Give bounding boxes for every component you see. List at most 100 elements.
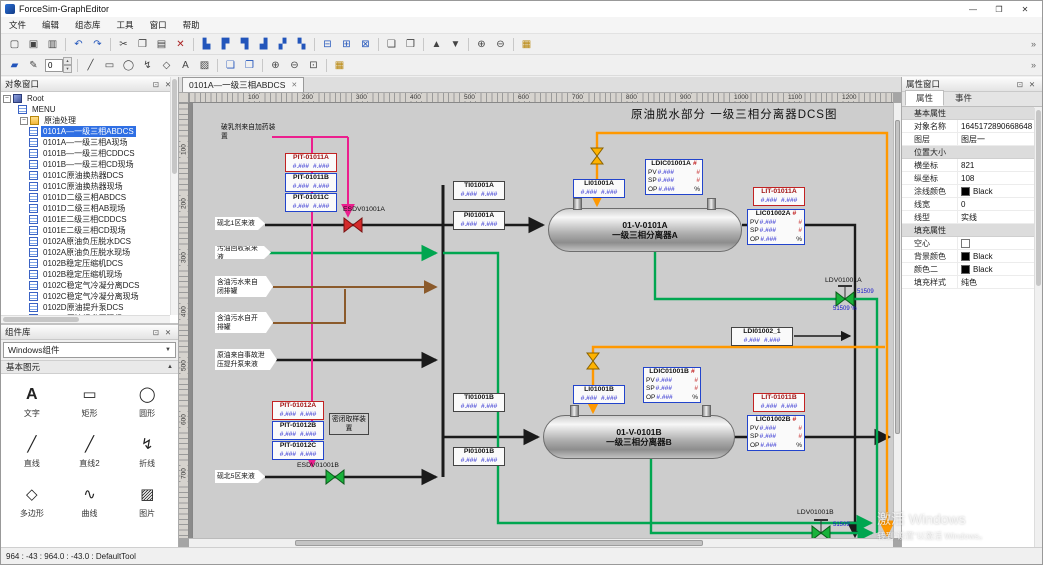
valve-label-ldv01001a[interactable]: LDV01001A xyxy=(825,277,862,284)
component-8[interactable]: ▨图片 xyxy=(118,477,176,527)
property-value[interactable]: Black xyxy=(958,263,1034,275)
property-row[interactable]: 对象名称1645172890668648 xyxy=(902,120,1034,133)
canvas-vertical-scrollbar[interactable] xyxy=(893,103,901,538)
properties-scrollbar[interactable] xyxy=(1034,108,1042,547)
same-height-icon[interactable]: ⊞ xyxy=(338,36,355,53)
tree-item-14[interactable]: 0102B稳定压缩机DCS xyxy=(1,258,178,269)
flow-label-4[interactable]: 原油来自事故泄压提升泵来液 xyxy=(215,349,277,370)
component-section-header[interactable]: 基本图元 ▲ xyxy=(1,360,178,374)
line-width-input[interactable] xyxy=(45,59,63,72)
canvas-horizontal-scrollbar[interactable] xyxy=(189,538,893,547)
align-right-icon[interactable]: ▜ xyxy=(236,36,253,53)
line-color-icon[interactable]: ✎ xyxy=(25,57,42,74)
zoom-out-2-icon[interactable]: ⊖ xyxy=(286,57,303,74)
component-0[interactable]: A文字 xyxy=(3,377,61,427)
zoom-fit-icon[interactable]: ⊡ xyxy=(305,57,322,74)
valve-label-esdv01001b[interactable]: ESDV01001B xyxy=(297,462,339,469)
component-7[interactable]: ∿曲线 xyxy=(61,477,119,527)
center-horizontal-icon[interactable]: ▞ xyxy=(274,36,291,53)
text-tool-icon[interactable]: A xyxy=(177,57,194,74)
component-4[interactable]: ╱直线2 xyxy=(61,427,119,477)
pin-icon[interactable]: ⊡ xyxy=(150,80,162,89)
property-row[interactable]: 空心 xyxy=(902,237,1034,250)
page-icon[interactable]: ❏ xyxy=(222,57,239,74)
instrument-tag-ldi01002_1[interactable]: LDI01002_1#.####.### xyxy=(731,327,793,346)
tree-item-9[interactable]: 0101D二级三相AB现场 xyxy=(1,203,178,214)
polygon-tool-icon[interactable]: ◇ xyxy=(158,57,175,74)
zoom-in-icon[interactable]: ⊕ xyxy=(473,36,490,53)
property-value[interactable]: 纯色 xyxy=(958,276,1034,288)
instrument-tag-pit-01012b[interactable]: PIT-01012B#.####.### xyxy=(272,421,324,440)
psv-a-icon[interactable] xyxy=(591,148,603,164)
note-1[interactable]: 密闭取样装置 xyxy=(329,413,369,435)
tree-item-7[interactable]: 0101C原油换热器现场 xyxy=(1,181,178,192)
tree-item-4[interactable]: 0101B—一级三相CDDCS xyxy=(1,148,178,159)
title-bar[interactable]: ForceSim-GraphEditor — ❐ ✕ xyxy=(1,1,1042,17)
tab-events[interactable]: 事件 xyxy=(944,90,983,106)
center-vertical-icon[interactable]: ▚ xyxy=(293,36,310,53)
tree-item-11[interactable]: 0101E二级三相CD现场 xyxy=(1,225,178,236)
polyline-tool-icon[interactable]: ↯ xyxy=(139,57,156,74)
property-row[interactable]: 横坐标821 xyxy=(902,159,1034,172)
align-top-icon[interactable]: ▛ xyxy=(217,36,234,53)
esdv01001b-valve[interactable] xyxy=(326,470,344,484)
maximize-icon[interactable]: ❐ xyxy=(986,1,1012,17)
copy-icon[interactable]: ❐ xyxy=(134,36,151,53)
esdv01001a-valve[interactable] xyxy=(344,218,362,232)
overflow-icon[interactable]: » xyxy=(1031,60,1038,70)
component-2[interactable]: ◯圆形 xyxy=(118,377,176,427)
instrument-tag-lic01002a[interactable]: LIC01002A#PV#.####SP#.####OP#.###% xyxy=(747,209,805,245)
instrument-tag-li01001a[interactable]: LI01001A#.####.### xyxy=(573,179,625,198)
property-row[interactable]: 颜色二Black xyxy=(902,263,1034,276)
close-icon[interactable]: ✕ xyxy=(1012,1,1038,17)
instrument-tag-ti01001a[interactable]: TI01001A#.####.### xyxy=(453,181,505,200)
instrument-tag-pit-01011b[interactable]: PIT-01011B#.####.### xyxy=(285,173,337,192)
cut-icon[interactable]: ✂ xyxy=(115,36,132,53)
grid-2-icon[interactable]: ▦ xyxy=(331,57,348,74)
same-width-icon[interactable]: ⊟ xyxy=(319,36,336,53)
same-size-icon[interactable]: ⊠ xyxy=(357,36,374,53)
save-icon[interactable]: ▥ xyxy=(44,36,61,53)
line-width-spinner[interactable]: ▴▾ xyxy=(45,57,72,73)
image-tool-icon[interactable]: ▨ xyxy=(196,57,213,74)
property-value[interactable]: 图层一 xyxy=(958,133,1034,145)
property-value[interactable]: Black xyxy=(958,250,1034,262)
ungroup-icon[interactable]: ❒ xyxy=(402,36,419,53)
property-value[interactable]: 108 xyxy=(958,172,1034,184)
valve-label-esdv01001a[interactable]: ESDV01001A xyxy=(343,206,385,213)
tree-item-5[interactable]: 0101B—一级三相CD现场 xyxy=(1,159,178,170)
instrument-tag-ldic01001a[interactable]: LDIC01001A#PV#.####SP#.####OP#.###% xyxy=(645,159,703,195)
tab-close-icon[interactable]: ✕ xyxy=(291,81,297,89)
menu-item-2[interactable]: 组态库 xyxy=(67,17,109,33)
h-scroll-thumb[interactable] xyxy=(295,540,703,546)
menu-item-5[interactable]: 帮助 xyxy=(175,17,208,33)
property-value[interactable]: Black xyxy=(958,185,1034,197)
property-row[interactable]: 背景颜色Black xyxy=(902,250,1034,263)
tree-item-16[interactable]: 0102C稳定气冷凝分离DCS xyxy=(1,280,178,291)
tree-item-12[interactable]: 0102A原油负压脱水DCS xyxy=(1,236,178,247)
tree-item-8[interactable]: 0101D二级三相ABDCS xyxy=(1,192,178,203)
pipe-relief-b[interactable] xyxy=(593,347,885,353)
property-section-header[interactable]: 基本属性 xyxy=(902,107,1034,120)
component-category-select[interactable]: Windows组件 ▼ xyxy=(3,342,176,358)
psv-b-icon[interactable] xyxy=(587,353,599,369)
group-icon[interactable]: ❑ xyxy=(383,36,400,53)
ldv01001a-valve[interactable] xyxy=(836,286,854,306)
instrument-tag-lit-01011a[interactable]: LIT-01011A#.####.### xyxy=(753,187,805,206)
flow-label-3[interactable]: 含油污水自开排罐 xyxy=(215,312,273,333)
flow-label-1[interactable]: 污油回收泵来液 xyxy=(215,246,271,259)
property-section-header[interactable]: 填充属性 xyxy=(902,224,1034,237)
pin-icon[interactable]: ⊡ xyxy=(1014,80,1026,89)
property-value[interactable]: 1645172890668648 xyxy=(958,120,1034,132)
bring-to-front-icon[interactable]: ▲ xyxy=(428,36,445,53)
redo-icon[interactable]: ↷ xyxy=(89,36,106,53)
property-row[interactable]: 涂线颜色Black xyxy=(902,185,1034,198)
property-value[interactable]: 实线 xyxy=(958,211,1034,223)
property-value[interactable] xyxy=(958,237,1034,249)
layers-icon[interactable]: ❐ xyxy=(241,57,258,74)
component-6[interactable]: ◇多边形 xyxy=(3,477,61,527)
tree-expander-icon[interactable]: − xyxy=(20,117,28,125)
tree-item-2[interactable]: 0101A—一级三相ABDCS xyxy=(1,126,178,137)
zoom-out-icon[interactable]: ⊖ xyxy=(492,36,509,53)
flow-label-2[interactable]: 含油污水来自闭排罐 xyxy=(215,276,273,297)
